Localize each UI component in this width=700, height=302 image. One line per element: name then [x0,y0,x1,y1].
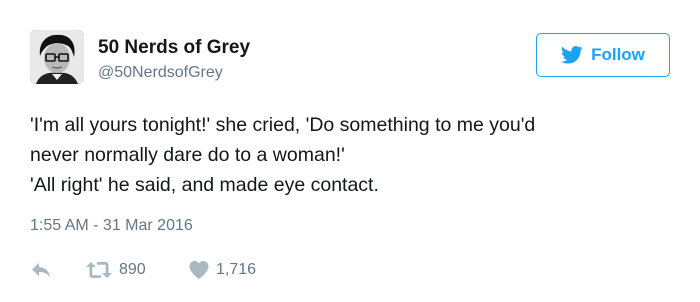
follow-button[interactable]: Follow [536,33,670,77]
reply-icon [30,260,52,280]
profile-photo [30,30,84,84]
tweet-text: 'I'm all yours tonight!' she cried, 'Do … [30,110,680,200]
tweet-line: 'I'm all yours tonight!' she cried, 'Do … [30,114,536,136]
author-handle[interactable]: @50NerdsofGrey [98,64,223,82]
avatar[interactable] [30,30,84,84]
like-count: 1,716 [216,261,257,278]
author-display-name[interactable]: 50 Nerds of Grey [98,37,250,59]
follow-label: Follow [591,45,645,64]
like-button[interactable]: 1,716 [188,258,256,282]
twitter-bird-icon [561,46,583,64]
reply-button[interactable] [30,258,52,282]
tweet-card: 50 Nerds of Grey @50NerdsofGrey Follow '… [0,0,700,302]
tweet-line: 'All right' he said, and made eye contac… [30,174,379,196]
retweet-icon [85,260,113,280]
tweet-line: never normally dare do to a woman!' [30,144,345,166]
tweet-timestamp[interactable]: 1:55 AM - 31 Mar 2016 [30,217,193,235]
retweet-button[interactable]: 890 [85,258,146,282]
heart-icon [188,260,210,280]
retweet-count: 890 [119,261,146,278]
